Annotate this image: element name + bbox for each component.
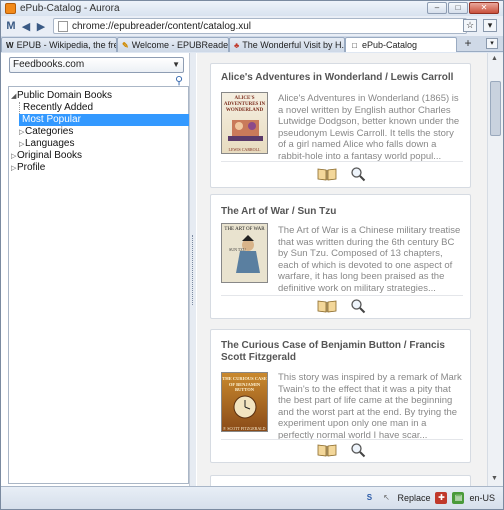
addon-green-icon[interactable]: ▤ — [452, 492, 465, 504]
tree-item-recently-added[interactable]: Recently Added — [19, 102, 93, 114]
wikipedia-favicon-icon: W — [6, 40, 14, 50]
cover-title: THE CURIOUS CASE OF BENJAMIN BUTTON — [222, 376, 267, 392]
minimize-button[interactable]: – — [427, 2, 447, 14]
tab-label: ePub-Catalog — [362, 40, 418, 50]
close-window-button[interactable]: ✕ — [469, 2, 499, 14]
book-cover-image[interactable]: THE CURIOUS CASE OF BENJAMIN BUTTON F. S… — [221, 372, 268, 432]
tab-bar: W EPUB - Wikipedia, the free ... ✎ Welco… — [1, 36, 503, 52]
book-favicon-icon: ♣ — [234, 40, 240, 50]
vertical-scrollbar[interactable]: ▲ ▼ — [487, 53, 503, 486]
scrollbar-thumb[interactable] — [490, 81, 501, 136]
scroll-down-icon[interactable]: ▼ — [491, 475, 498, 482]
magnify-icon[interactable] — [350, 298, 366, 314]
title-bar: ePub-Catalog - Aurora – □ ✕ — [1, 1, 503, 16]
book-description: The Art of War is a Chinese military tre… — [278, 225, 461, 294]
url-input[interactable] — [72, 20, 452, 32]
tab-label: EPUB - Wikipedia, the free ... — [16, 40, 116, 50]
tree-item-public-domain[interactable]: ◢Public Domain Books — [11, 90, 112, 102]
read-book-icon[interactable] — [317, 167, 337, 181]
tree-item-most-popular[interactable]: Most Popular — [19, 114, 189, 126]
splitter-grip[interactable] — [192, 235, 194, 305]
book-cover-image[interactable]: ALICE'S ADVENTURES IN WONDERLAND LEWIS C… — [221, 92, 268, 154]
book-title[interactable]: Alice's Adventures in Wonderland / Lewis… — [221, 72, 461, 84]
tree-item-label: Categories — [25, 126, 74, 137]
tab-label: The Wonderful Visit by H. ... — [242, 40, 345, 50]
tab-welcome[interactable]: ✎ Welcome - EPUBReader × — [117, 37, 229, 52]
cover-author: SUN TZU — [229, 247, 246, 252]
catalog-select-value: Feedbooks.com — [13, 59, 85, 70]
nav-right-tools: ☆ ▾ — [463, 19, 497, 32]
catalog-tree[interactable]: ◢Public Domain Books Recently Added Most… — [8, 86, 189, 484]
browser-window: ePub-Catalog - Aurora – □ ✕ M ◀ ▶ ☆ ▾ W … — [0, 0, 504, 510]
new-tab-button[interactable]: + — [461, 37, 475, 51]
magnify-icon[interactable] — [350, 166, 366, 182]
tree-item-profile[interactable]: ▷Profile — [11, 162, 45, 174]
cover-title: ALICE'S ADVENTURES IN WONDERLAND — [223, 96, 266, 113]
tree-item-original-books[interactable]: ▷Original Books — [11, 150, 82, 162]
book-description: Alice's Adventures in Wonderland (1865) … — [278, 93, 460, 162]
book-card — [210, 475, 471, 486]
book-title[interactable]: The Art of War / Sun Tzu — [221, 206, 461, 218]
tree-item-label: Public Domain Books — [17, 90, 113, 101]
tree-item-label: Most Popular — [22, 114, 81, 125]
navigation-bar: M ◀ ▶ ☆ ▾ — [1, 16, 503, 36]
epubreader-favicon-icon: ✎ — [122, 40, 129, 50]
book-cover-image[interactable]: THE ART OF WAR SUN TZU — [221, 223, 268, 283]
back-arrow-icon[interactable]: ◀ — [21, 20, 31, 33]
read-book-icon[interactable] — [317, 299, 337, 313]
card-divider — [221, 295, 463, 296]
cursor-icon[interactable]: ↖ — [380, 492, 392, 504]
catalog-select[interactable]: Feedbooks.com ▼ — [9, 57, 184, 73]
bookmark-star-icon[interactable]: ☆ — [463, 19, 477, 32]
content-area: Feedbooks.com ▼ ⚲ ◢Public Domain Books R… — [1, 53, 503, 486]
book-card: The Curious Case of Benjamin Button / Fr… — [210, 329, 471, 463]
sidebar-splitter[interactable] — [190, 53, 196, 486]
book-description: This story was inspired by a remark of M… — [278, 372, 462, 441]
magnify-icon[interactable] — [350, 442, 366, 458]
status-items: S ↖ Replace ✚ ▤ en-US — [363, 492, 495, 504]
cover-author: LEWIS CARROLL — [228, 147, 261, 152]
forward-arrow-icon[interactable]: ▶ — [36, 20, 46, 33]
card-divider — [221, 439, 463, 440]
window-title: ePub-Catalog - Aurora — [20, 3, 120, 14]
aurora-app-icon — [5, 3, 16, 14]
read-book-icon[interactable] — [317, 443, 337, 457]
cover-illustration — [233, 395, 257, 418]
tree-item-label: Original Books — [17, 150, 83, 161]
chevron-down-icon: ▼ — [172, 60, 180, 69]
tree-item-categories[interactable]: ▷Categories — [19, 126, 73, 138]
cover-title: THE ART OF WAR — [224, 227, 265, 232]
replace-label[interactable]: Replace — [397, 493, 430, 503]
page-favicon-icon: □ — [352, 40, 357, 50]
addon-s-icon[interactable]: S — [363, 492, 375, 504]
scroll-up-icon[interactable]: ▲ — [491, 55, 498, 62]
tree-item-label: Recently Added — [23, 102, 94, 113]
status-bar: S ↖ Replace ✚ ▤ en-US — [1, 486, 503, 509]
page-icon — [58, 20, 68, 32]
maximize-button[interactable]: □ — [448, 2, 468, 14]
menu-icon[interactable]: M — [6, 20, 16, 32]
tab-list-icon[interactable]: ▾ — [486, 38, 498, 49]
addon-red-icon[interactable]: ✚ — [435, 492, 448, 504]
cover-illustration: SUN TZU — [229, 235, 260, 273]
tab-wonderful-visit[interactable]: ♣ The Wonderful Visit by H. ... — [229, 37, 345, 52]
book-list: Alice's Adventures in Wonderland / Lewis… — [197, 53, 487, 486]
cover-illustration — [228, 120, 263, 141]
tools-menu-icon[interactable]: ▾ — [483, 19, 497, 32]
card-divider — [221, 161, 463, 162]
book-title[interactable]: The Curious Case of Benjamin Button / Fr… — [221, 340, 461, 364]
tab-label: Welcome - EPUBReader — [131, 40, 229, 50]
tab-wikipedia[interactable]: W EPUB - Wikipedia, the free ... — [1, 37, 117, 52]
cover-author: F. SCOTT FITZGERALD — [223, 425, 266, 431]
tree-item-label: Languages — [25, 138, 75, 149]
catalog-sidebar: Feedbooks.com ▼ ⚲ ◢Public Domain Books R… — [3, 53, 190, 486]
window-controls: – □ ✕ — [427, 2, 499, 14]
book-card: Alice's Adventures in Wonderland / Lewis… — [210, 63, 471, 188]
url-bar[interactable] — [53, 18, 467, 34]
book-card: The Art of War / Sun Tzu THE ART OF WAR … — [210, 194, 471, 319]
tree-item-languages[interactable]: ▷Languages — [19, 138, 75, 150]
tab-epub-catalog[interactable]: □ ePub-Catalog — [345, 37, 457, 52]
tree-item-label: Profile — [17, 162, 46, 173]
locale-indicator[interactable]: en-US — [469, 493, 495, 503]
